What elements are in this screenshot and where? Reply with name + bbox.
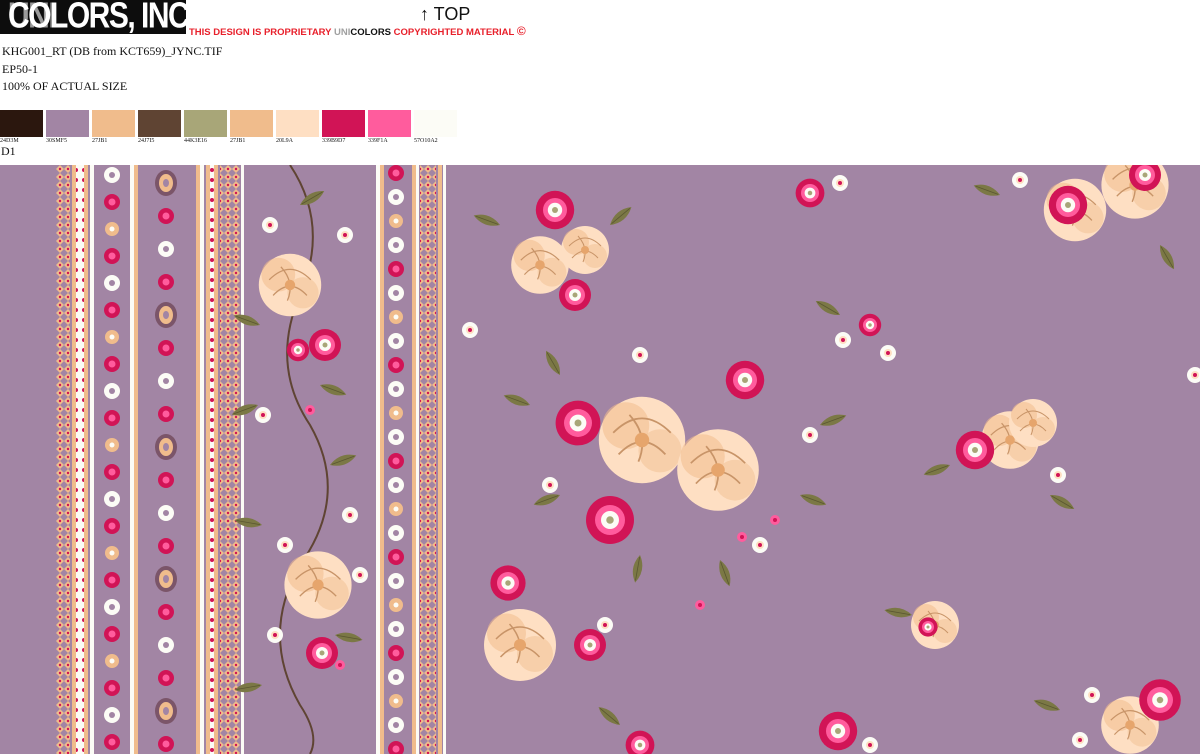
copyright-icon: © xyxy=(516,24,526,38)
notice-colors: COLORS xyxy=(350,27,392,38)
swatch-code: 24J7I5 xyxy=(138,138,155,144)
scale-label: 100% OF ACTUAL SIZE xyxy=(2,79,128,93)
swatch-code: 27JB1 xyxy=(230,138,246,144)
swatch-code: 44K3E16 xyxy=(184,138,207,144)
color-swatch xyxy=(46,110,89,137)
file-name: KHG001_RT (DB from KCT659)_JYNC.TIF xyxy=(2,44,223,58)
logo-rest-text: COLORS, INC. xyxy=(8,0,186,34)
color-swatch xyxy=(368,110,411,137)
fabric-print-preview xyxy=(0,165,1200,754)
unicolors-logo: UNI COLORS, INC. xyxy=(0,0,186,34)
color-swatch xyxy=(322,110,365,137)
proprietary-notice: THIS DESIGN IS PROPRIETARY UNICOLORS COP… xyxy=(189,24,526,38)
swatch-code: 57O10A2 xyxy=(414,138,438,144)
notice-prefix: THIS DESIGN IS PROPRIETARY xyxy=(189,27,334,38)
swatch-code: 27JB1 xyxy=(92,138,108,144)
swatch-code: 20L9A xyxy=(276,138,293,144)
color-swatch xyxy=(0,110,43,137)
color-swatch xyxy=(414,110,457,137)
top-arrow-label: ↑ TOP xyxy=(420,4,471,24)
pattern-code: EP50-1 xyxy=(2,62,38,76)
color-swatch xyxy=(230,110,273,137)
color-swatch xyxy=(276,110,319,137)
swatch-code: 339F1A xyxy=(368,138,388,144)
swatch-code: 30SMF5 xyxy=(46,138,68,144)
design-label: D1 xyxy=(1,144,16,158)
notice-uni: UNI xyxy=(334,27,351,38)
notice-suffix: COPYRIGHTED MATERIAL xyxy=(391,27,517,38)
color-swatch xyxy=(138,110,181,137)
color-swatch xyxy=(92,110,135,137)
swatch-code: 339B9D7 xyxy=(322,138,346,144)
color-swatch xyxy=(184,110,227,137)
